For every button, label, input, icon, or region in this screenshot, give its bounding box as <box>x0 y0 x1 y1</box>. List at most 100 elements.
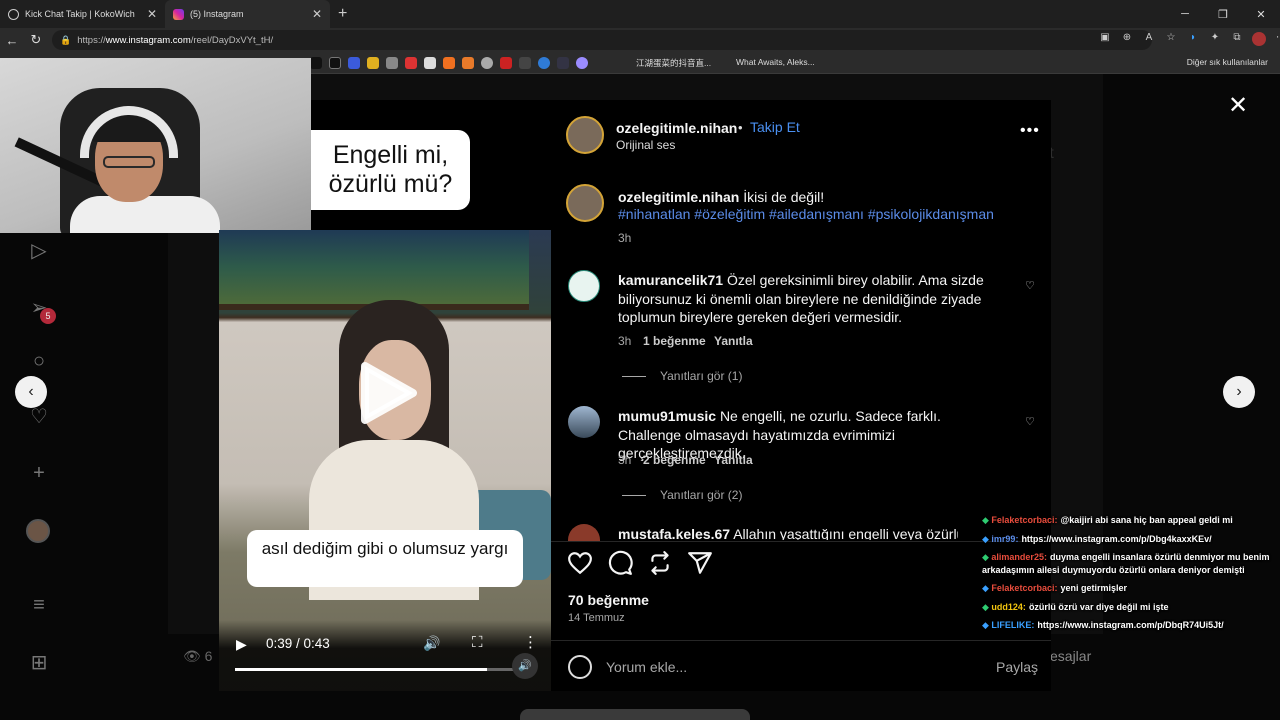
blue-bookmark-icon[interactable] <box>348 57 360 69</box>
chat-message: ◆ Felaketcorbaci: yeni getirmişler <box>982 582 1272 595</box>
commenter-avatar[interactable] <box>568 406 600 438</box>
comment-input[interactable] <box>606 657 976 677</box>
tab-title: Kick Chat Takip | KokoWich <box>25 9 135 19</box>
url-field[interactable]: 🔒 https://www.instagram.com/reel/DayDxVY… <box>52 30 1152 50</box>
gray-bookmark-icon[interactable] <box>386 57 398 69</box>
like-heart-icon[interactable] <box>567 550 593 576</box>
caption-username[interactable]: ozelegitimle.nihan <box>618 189 739 205</box>
collections-icon[interactable]: ⧉ <box>1230 32 1244 46</box>
dark-bookmark-icon[interactable] <box>519 57 531 69</box>
more-options-icon[interactable]: ••• <box>1020 122 1040 140</box>
close-modal-icon[interactable]: ✕ <box>1228 91 1248 120</box>
comment-likes[interactable]: 1 beğenme <box>643 334 706 348</box>
volume-icon[interactable]: 🔊 <box>423 635 440 652</box>
reply-button[interactable]: Yanıtla <box>714 334 753 348</box>
post-date: 14 Temmuz <box>568 612 625 624</box>
comment-bubble-icon[interactable] <box>607 550 633 576</box>
caption-hashtags[interactable]: #nihanatlan #özeleğitim #ailedanışmanı #… <box>618 206 994 222</box>
create-plus-icon[interactable]: + <box>22 462 56 496</box>
orange-bookmark-icon[interactable] <box>443 57 455 69</box>
previous-arrow-icon[interactable]: ‹ <box>15 376 47 408</box>
yellow-bookmark-icon[interactable] <box>367 57 379 69</box>
zoom-icon[interactable]: ⊕ <box>1120 32 1134 46</box>
reload-icon[interactable]: ↻ <box>24 32 48 48</box>
audio-label[interactable]: Orijinal ses <box>616 138 675 152</box>
messages-tab[interactable]: esajlar <box>1050 648 1091 664</box>
video-play-icon[interactable]: ▶ <box>236 636 247 653</box>
extensions-icon[interactable]: ✦ <box>1208 32 1222 46</box>
reply-button[interactable]: Yanıtla <box>714 453 753 467</box>
new-tab-button[interactable]: + <box>338 5 347 23</box>
address-bar-icons: ▣ ⊕ A ☆ ◗ ✦ ⧉ ⋯ <box>1098 32 1280 46</box>
fullscreen-icon[interactable]: ⛶ <box>472 634 483 651</box>
play-icon[interactable] <box>359 360 419 426</box>
tab-instagram[interactable]: (5) Instagram ✕ <box>165 0 330 28</box>
tab-kick-chat[interactable]: Kick Chat Takip | KokoWich ✕ <box>0 0 165 28</box>
chat-text: @kaijiri abi sana hiç ban appeal geldi m… <box>1060 515 1233 525</box>
navy-bookmark-icon[interactable] <box>557 57 569 69</box>
caption-author-avatar[interactable] <box>566 184 604 222</box>
bookmark-item[interactable]: What Awaits, Aleks... <box>736 57 815 67</box>
mute-toggle-icon[interactable]: 🔊 <box>512 653 538 679</box>
comment-username[interactable]: kamurancelik71 <box>618 272 723 288</box>
minimize-icon[interactable]: ─ <box>1166 8 1204 20</box>
share-send-icon[interactable] <box>687 550 713 576</box>
view-replies-button[interactable]: Yanıtları gör (2) <box>622 488 742 502</box>
favorite-star-icon[interactable]: ☆ <box>1164 32 1178 46</box>
profile-avatar[interactable] <box>26 519 50 543</box>
video-more-icon[interactable]: ⋮ <box>523 633 538 651</box>
menu-dots-icon[interactable]: ⋯ <box>1274 32 1280 46</box>
like-count[interactable]: 70 beğenme <box>568 592 649 608</box>
follow-button[interactable]: Takip Et <box>750 119 800 135</box>
app-icon[interactable]: ▣ <box>1098 32 1112 46</box>
apps-grid-icon[interactable]: ⊞ <box>22 650 56 684</box>
red2-bookmark-icon[interactable] <box>500 57 512 69</box>
comment-username[interactable]: mumu91music <box>618 408 716 424</box>
reels-icon[interactable]: ▷ <box>22 238 56 272</box>
comment-like-icon[interactable]: ♡ <box>1025 279 1035 292</box>
other-bookmarks[interactable]: Diğer sık kullanılanlar <box>1187 57 1268 67</box>
white-bookmark-icon[interactable] <box>424 57 436 69</box>
chat-username: imr99: <box>991 533 1019 544</box>
back-icon[interactable]: ← <box>0 33 24 48</box>
author-avatar[interactable] <box>566 116 604 154</box>
copilot-icon[interactable]: ◗ <box>1186 32 1200 46</box>
circle-bookmark-icon[interactable] <box>481 57 493 69</box>
video-progress-bar[interactable] <box>235 668 515 671</box>
chat-username: Felaketcorbaci: <box>991 515 1058 525</box>
chat-badge-icon: ◆ <box>982 583 992 593</box>
emoji-icon[interactable] <box>568 655 592 679</box>
tab-close-icon[interactable]: ✕ <box>147 7 157 21</box>
chat-message: ◆ Felaketcorbaci: @kaijiri abi sana hiç b… <box>982 514 1272 527</box>
panel-divider <box>551 541 1051 542</box>
comment-like-icon[interactable]: ♡ <box>1025 415 1035 428</box>
commenter-avatar[interactable] <box>568 270 600 302</box>
author-username[interactable]: ozelegitimle.nihan <box>616 120 737 136</box>
comment-likes[interactable]: 2 beğenme <box>643 453 706 467</box>
restore-icon[interactable]: ❐ <box>1204 8 1242 21</box>
bookmark-item[interactable]: 江湖蛋菜的抖音直... <box>636 57 711 69</box>
next-arrow-icon[interactable]: › <box>1223 376 1255 408</box>
comment-time: 3h <box>618 453 632 467</box>
chat-text: https://www.instagram.com/p/DbqR74Ui5Jt/ <box>1037 620 1224 630</box>
blue2-bookmark-icon[interactable] <box>538 57 550 69</box>
tiktok-bookmark-icon[interactable] <box>310 57 322 69</box>
streamer-shirt <box>70 196 220 233</box>
post-comment-button[interactable]: Paylaş <box>996 659 1038 675</box>
notification-badge: 5 <box>40 308 56 324</box>
read-aloud-icon[interactable]: A <box>1142 32 1156 46</box>
view-replies-button[interactable]: Yanıtları gör (1) <box>622 369 742 383</box>
menu-icon[interactable]: ≡ <box>22 594 56 628</box>
address-bar-row: ← ↻ 🔒 https://www.instagram.com/reel/Day… <box>0 28 1280 52</box>
tab-close-icon[interactable]: ✕ <box>312 7 322 21</box>
purple-bookmark-icon[interactable] <box>576 57 588 69</box>
window-close-icon[interactable]: ✕ <box>1242 8 1280 21</box>
orange2-bookmark-icon[interactable] <box>462 57 474 69</box>
red-bookmark-icon[interactable] <box>405 57 417 69</box>
profile-avatar[interactable] <box>1252 32 1266 46</box>
repost-icon[interactable] <box>647 550 673 576</box>
caption-text: İkisi de değil! <box>743 189 825 205</box>
comment-time: 3h <box>618 334 632 348</box>
notifications-heart-icon[interactable]: ♡ <box>22 404 56 438</box>
x-bookmark-icon[interactable] <box>329 57 341 69</box>
